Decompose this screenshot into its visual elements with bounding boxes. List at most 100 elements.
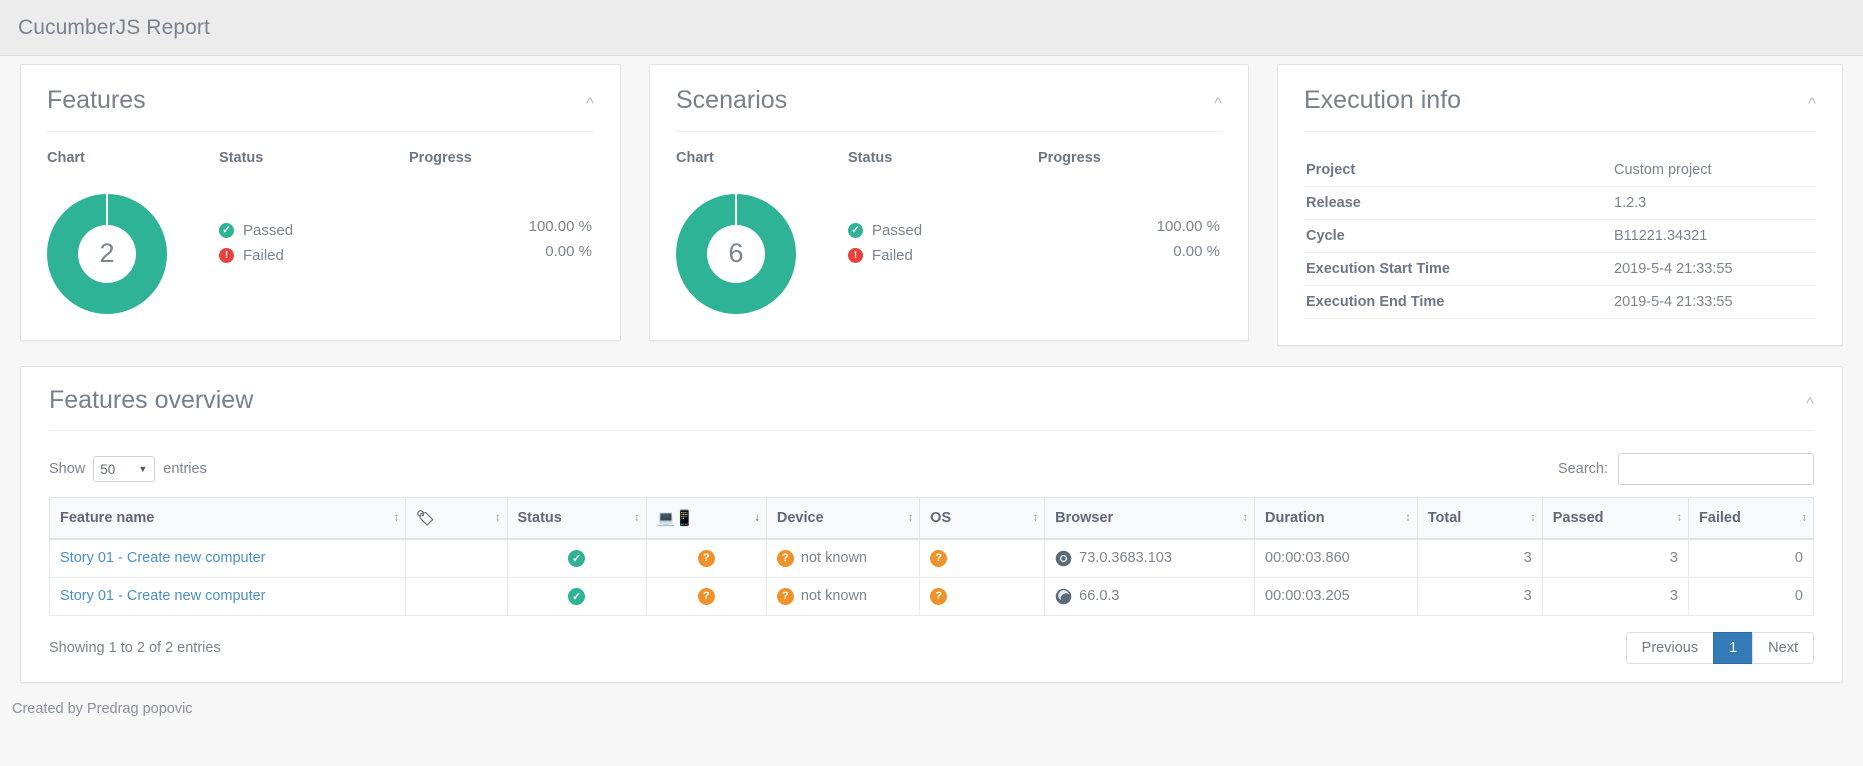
column-header-duration[interactable]: Duration ↕ [1254, 497, 1418, 540]
pagination-page-1[interactable]: 1 [1713, 631, 1754, 664]
page-length-select[interactable]: 50 ▼ [93, 456, 156, 482]
features-progress-passed: 100.00 % [528, 217, 592, 235]
question-circle-icon: ? [776, 549, 794, 567]
features-status-list: ✓ Passed ! Failed [219, 194, 409, 268]
chevron-up-icon[interactable]: ^ [1806, 387, 1814, 412]
features-overview-header: Features overview ^ [21, 367, 1842, 415]
cell-passed: 3 [1541, 538, 1689, 578]
column-label: Failed [1698, 510, 1741, 526]
search-input[interactable] [1618, 453, 1814, 485]
page-footer: Created by Predrag popovic [12, 700, 193, 717]
question-circle-icon: ? [776, 587, 794, 605]
column-label: OS [930, 510, 952, 526]
table-row: Story 01 - Create new computer ✓ ? ? not… [48, 538, 1815, 578]
column-header-device-type[interactable]: 💻📱 ↓ [645, 497, 767, 540]
execution-info-body: Project Custom project Release 1.2.3 Cyc… [1278, 132, 1842, 345]
sort-icon: ↕ [1242, 511, 1248, 524]
scenarios-panel-header: Scenarios ^ [650, 65, 1248, 115]
column-header-feature-name[interactable]: Feature name ↕ [48, 497, 407, 540]
scenarios-status-list: ✓ Passed ! Failed [848, 194, 1038, 268]
execution-info-panel: Execution info ^ Project Custom project … [1277, 64, 1843, 346]
features-status-passed: ✓ Passed [219, 218, 409, 243]
column-header-failed[interactable]: Failed ↕ [1687, 497, 1815, 540]
column-header-os[interactable]: OS ↕ [919, 497, 1046, 540]
pagination-next[interactable]: Next [1752, 631, 1814, 664]
scenarios-panel-title: Scenarios [676, 86, 788, 114]
devices-icon: 💻📱 [656, 510, 694, 527]
execution-info-value-start-time: 2019-5-4 21:33:55 [1614, 260, 1733, 277]
cell-total: 3 [1416, 576, 1543, 616]
execution-info-value-project: Custom project [1614, 161, 1712, 178]
column-header-total[interactable]: Total ↕ [1416, 497, 1543, 540]
features-panel-title: Features [47, 86, 146, 114]
features-panel: Features ^ Chart Status Progress 2 ✓ Pas… [20, 64, 621, 341]
feature-name-link[interactable]: Story 01 - Create new computer [60, 588, 266, 604]
column-header-status[interactable]: Status ↕ [506, 497, 647, 540]
scenarios-progress-passed: 100.00 % [1156, 217, 1220, 235]
features-col-progress-label: Progress [409, 149, 472, 166]
column-label: Duration [1265, 510, 1325, 526]
features-chart-column: 2 [47, 193, 219, 314]
execution-info-table: Project Custom project Release 1.2.3 Cyc… [1304, 154, 1816, 319]
check-circle-icon: ✓ [568, 587, 586, 605]
scenarios-status-failed-label: Failed [872, 246, 913, 264]
scenarios-donut-chart: 6 [676, 193, 796, 314]
cell-status: ✓ [506, 576, 647, 616]
scenarios-status-passed-label: Passed [872, 221, 923, 239]
scenarios-progress-failed: 0.00 % [1173, 242, 1220, 260]
sort-icon: ↕ [1801, 511, 1807, 524]
features-col-chart-label: Chart [47, 149, 85, 166]
datatable-info: Showing 1 to 2 of 2 entries [49, 639, 221, 656]
column-header-tags[interactable]: 🏷 ↕ [405, 497, 508, 540]
scenarios-panel-body: Chart Status Progress 6 ✓ Passed ! Faile… [650, 132, 1248, 340]
device-value: not known [800, 550, 867, 567]
page-length-value: 50 [100, 461, 116, 477]
pagination-previous[interactable]: Previous [1625, 631, 1715, 664]
top-navbar: CucumberJS Report [0, 0, 1863, 56]
execution-info-title: Execution info [1304, 86, 1462, 114]
chevron-up-icon[interactable]: ^ [1214, 87, 1222, 112]
column-header-passed[interactable]: Passed ↕ [1541, 497, 1689, 540]
column-header-device[interactable]: Device ↕ [765, 497, 921, 540]
features-stats-body: 2 ✓ Passed ! Failed 100.00 % 0.00 % [47, 193, 594, 314]
cell-device-type: ? [645, 576, 767, 616]
sort-icon: ↕ [1676, 511, 1681, 524]
scenarios-chart-column: 6 [676, 193, 848, 314]
chevron-up-icon[interactable]: ^ [1808, 87, 1816, 112]
features-donut-chart: 2 [47, 193, 167, 314]
execution-info-value-end-time: 2019-5-4 21:33:55 [1614, 293, 1733, 310]
chevron-up-icon[interactable]: ^ [586, 87, 594, 112]
chrome-icon [1055, 550, 1072, 567]
sort-icon: ↕ [1405, 511, 1410, 524]
execution-info-header: Execution info ^ [1278, 65, 1842, 115]
scenarios-donut-value: 6 [707, 224, 765, 283]
question-circle-icon: ? [930, 549, 948, 567]
sort-icon: ↕ [1530, 511, 1535, 524]
column-header-browser[interactable]: Browser ↕ [1044, 497, 1256, 540]
features-progress-list: 100.00 % 0.00 % [409, 194, 594, 268]
features-overview-table: Feature name ↕ 🏷 ↕ Status ↕ 💻📱 ↓ Device … [48, 497, 1815, 616]
device-value: not known [800, 588, 867, 604]
feature-name-link[interactable]: Story 01 - Create new computer [60, 550, 266, 566]
datatable-controls: Show 50 ▼ entries Search: [49, 445, 1814, 497]
cell-total: 3 [1416, 538, 1543, 578]
execution-info-label-end-time: Execution End Time [1306, 293, 1445, 310]
table-row: Cycle B11221.34321 [1304, 219, 1816, 252]
cell-device: ? not known [765, 576, 921, 616]
question-circle-icon: ? [930, 587, 948, 605]
question-circle-icon: ? [697, 587, 715, 605]
cell-browser: 73.0.3683.103 [1044, 538, 1256, 578]
browser-value: 73.0.3683.103 [1079, 550, 1172, 567]
cell-failed: 0 [1687, 576, 1815, 616]
firefox-icon [1055, 588, 1072, 604]
browser-value: 66.0.3 [1079, 588, 1120, 604]
cell-feature-name: Story 01 - Create new computer [48, 576, 407, 616]
column-label: Browser [1055, 510, 1114, 526]
scenarios-panel: Scenarios ^ Chart Status Progress 6 ✓ Pa… [649, 64, 1249, 341]
cell-os: ? [919, 576, 1046, 616]
page-length-control: Show 50 ▼ entries [49, 456, 207, 482]
app-title: CucumberJS Report [18, 15, 210, 39]
table-row: Story 01 - Create new computer ✓ ? ? not… [48, 576, 1815, 616]
check-circle-icon: ✓ [219, 222, 234, 238]
features-panel-body: Chart Status Progress 2 ✓ Passed ! Faile… [21, 132, 620, 340]
